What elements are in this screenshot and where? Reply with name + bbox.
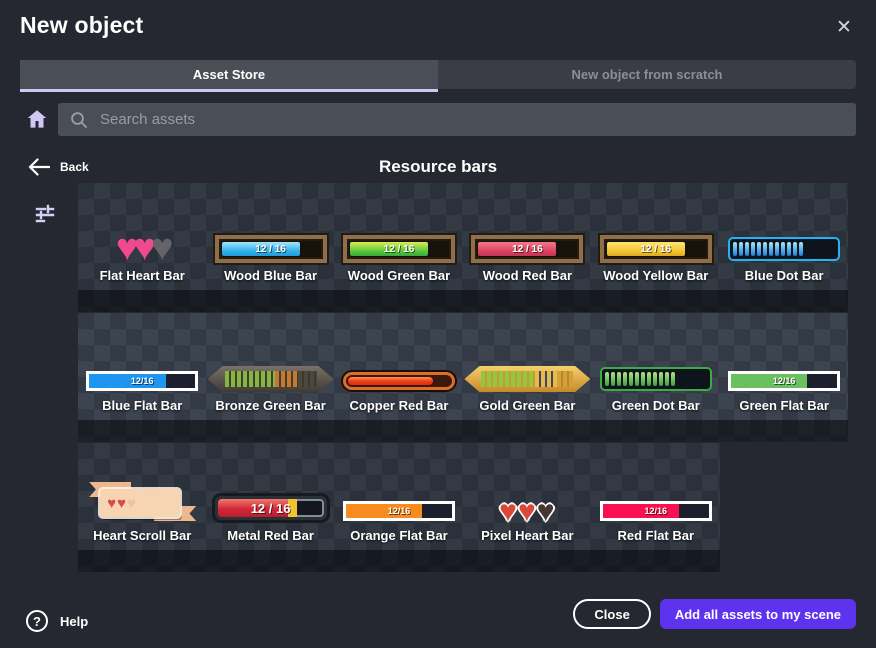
asset-sprite: 12 / 16: [215, 207, 327, 265]
asset-name: Flat Heart Bar: [100, 268, 185, 283]
asset-name: Wood Red Bar: [483, 268, 572, 283]
asset-sprite: 12 / 16: [343, 207, 455, 265]
help-label: Help: [60, 614, 88, 629]
asset-name: Pixel Heart Bar: [481, 528, 574, 543]
asset-sprite: 12/16: [728, 337, 840, 395]
asset-card-heart-scroll-bar[interactable]: ♥♥♥ Heart Scroll Bar: [78, 443, 206, 550]
asset-sprite: 12 / 16: [600, 207, 712, 265]
asset-card-copper-red-bar[interactable]: Copper Red Bar: [335, 313, 463, 420]
search-bar: [58, 103, 856, 136]
asset-card-orange-flat-bar[interactable]: 12/16 Orange Flat Bar: [335, 443, 463, 550]
asset-sprite: 12/16: [343, 467, 455, 525]
asset-card-gold-green-bar[interactable]: Gold Green Bar: [463, 313, 591, 420]
filter-icon[interactable]: [31, 201, 59, 229]
asset-sprite: 12 / 16: [471, 207, 583, 265]
asset-name: Wood Green Bar: [348, 268, 450, 283]
section-title: Resource bars: [0, 157, 876, 177]
band-shadow-strip: [78, 550, 720, 572]
asset-card-wood-yellow-bar[interactable]: 12 / 16 Wood Yellow Bar: [592, 183, 720, 290]
asset-sprite: 12/16: [86, 337, 198, 395]
asset-name: Metal Red Bar: [227, 528, 314, 543]
asset-sprite: 12 / 16: [212, 467, 330, 525]
dialog-title: New object: [20, 12, 143, 39]
asset-card-flat-heart-bar[interactable]: ♥♥♥ Flat Heart Bar: [78, 183, 206, 290]
asset-name: Red Flat Bar: [617, 528, 694, 543]
add-all-button[interactable]: Add all assets to my scene: [660, 599, 856, 629]
band-shadow-strip: [78, 420, 848, 442]
asset-name: Green Flat Bar: [739, 398, 829, 413]
help-button[interactable]: ? Help: [26, 610, 88, 632]
asset-name: Blue Dot Bar: [745, 268, 824, 283]
asset-sprite: [343, 337, 455, 395]
asset-row: ♥♥♥Flat Heart Bar12 / 16Wood Blue Bar12 …: [78, 183, 848, 312]
asset-card-wood-blue-bar[interactable]: 12 / 16 Wood Blue Bar: [206, 183, 334, 290]
home-icon[interactable]: [24, 107, 50, 133]
asset-card-wood-red-bar[interactable]: 12 / 16 Wood Red Bar: [463, 183, 591, 290]
asset-name: Orange Flat Bar: [350, 528, 448, 543]
tab-bar: Asset Store New object from scratch: [20, 60, 856, 89]
asset-row: 12/16 Blue Flat Bar Bronze Green Bar Copper…: [78, 313, 848, 442]
asset-sprite: [464, 337, 590, 395]
band-shadow-strip: [78, 290, 848, 312]
asset-card-pixel-heart-bar[interactable]: ♥♥♥ Pixel Heart Bar: [463, 443, 591, 550]
asset-card-metal-red-bar[interactable]: 12 / 16 Metal Red Bar: [206, 443, 334, 550]
asset-card-blue-dot-bar[interactable]: Blue Dot Bar: [720, 183, 848, 290]
asset-name: Heart Scroll Bar: [93, 528, 191, 543]
asset-card-blue-flat-bar[interactable]: 12/16 Blue Flat Bar: [78, 313, 206, 420]
asset-name: Wood Yellow Bar: [603, 268, 708, 283]
asset-sprite: ♥♥♥: [116, 207, 169, 265]
close-button[interactable]: Close: [573, 599, 650, 629]
asset-name: Wood Blue Bar: [224, 268, 317, 283]
asset-name: Blue Flat Bar: [102, 398, 182, 413]
asset-sprite: ♥♥♥: [92, 467, 192, 525]
asset-sprite: 12/16: [600, 467, 712, 525]
asset-card-green-dot-bar[interactable]: Green Dot Bar: [592, 313, 720, 420]
close-icon[interactable]: ✕: [830, 14, 858, 42]
asset-grid: ♥♥♥Flat Heart Bar12 / 16Wood Blue Bar12 …: [78, 183, 848, 572]
asset-card-bronze-green-bar[interactable]: Bronze Green Bar: [206, 313, 334, 420]
asset-name: Bronze Green Bar: [215, 398, 326, 413]
help-icon: ?: [26, 610, 48, 632]
asset-sprite: [600, 337, 712, 395]
asset-card-red-flat-bar[interactable]: 12/16 Red Flat Bar: [592, 443, 720, 550]
tab-asset-store[interactable]: Asset Store: [20, 60, 438, 89]
asset-name: Green Dot Bar: [612, 398, 700, 413]
search-icon: [70, 111, 88, 129]
asset-card-wood-green-bar[interactable]: 12 / 16 Wood Green Bar: [335, 183, 463, 290]
asset-sprite: [728, 207, 840, 265]
footer-actions: Close Add all assets to my scene: [573, 599, 856, 629]
asset-name: Copper Red Bar: [349, 398, 448, 413]
asset-name: Gold Green Bar: [479, 398, 575, 413]
tab-new-object-from-scratch[interactable]: New object from scratch: [438, 60, 856, 89]
search-input[interactable]: [98, 110, 856, 129]
asset-sprite: ♥♥♥: [499, 467, 555, 525]
asset-row: ♥♥♥Heart Scroll Bar12 / 16Metal Red Bar1…: [78, 443, 720, 572]
asset-sprite: [208, 337, 334, 395]
asset-card-green-flat-bar[interactable]: 12/16 Green Flat Bar: [720, 313, 848, 420]
